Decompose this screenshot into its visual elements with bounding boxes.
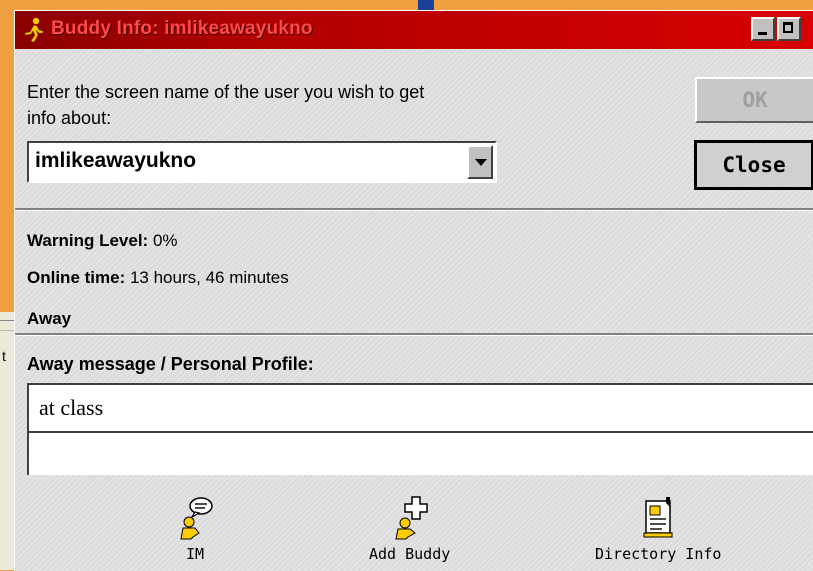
aim-running-man-icon <box>24 17 44 43</box>
divider <box>15 333 813 336</box>
screen-name-prompt: Enter the screen name of the user you wi… <box>27 82 425 128</box>
away-message-box[interactable]: at class <box>27 383 813 475</box>
window-title: Buddy Info: imlikeawayukno <box>51 18 313 39</box>
background-text: t <box>2 348 6 364</box>
ok-button[interactable]: OK <box>695 77 813 123</box>
im-button[interactable]: IM <box>173 495 217 563</box>
away-message-text: at class <box>39 395 104 420</box>
online-time-label: Online time: <box>27 268 126 287</box>
minimize-button[interactable] <box>751 17 775 41</box>
close-button[interactable]: Close <box>694 140 813 190</box>
add-buddy-icon <box>395 496 428 540</box>
screen-name-combobox[interactable]: imlikeawayukno <box>27 141 497 183</box>
message-box-rule <box>29 431 813 433</box>
background-window: t <box>0 312 15 570</box>
directory-info-button[interactable]: Directory Info <box>595 495 721 563</box>
directory-info-icon <box>643 497 673 538</box>
warning-level-label: Warning Level: <box>27 231 149 250</box>
online-time: Online time: 13 hours, 46 minutes <box>27 268 289 288</box>
maximize-button[interactable] <box>777 17 801 41</box>
background-divider <box>0 330 14 331</box>
add-buddy-label: Add Buddy <box>369 545 451 563</box>
add-buddy-button[interactable]: Add Buddy <box>369 495 450 563</box>
divider <box>15 208 813 211</box>
warning-level: Warning Level: 0% <box>27 231 178 251</box>
im-label: IM <box>185 545 205 563</box>
status-text: Away <box>27 309 72 328</box>
away-message-header: Away message / Personal Profile: <box>27 354 314 374</box>
warning-level-value: 0% <box>152 231 178 250</box>
background-window-edge <box>418 0 434 10</box>
im-icon <box>180 497 213 540</box>
online-time-value: 13 hours, 46 minutes <box>129 268 289 287</box>
title-bar[interactable]: Buddy Info: imlikeawayukno <box>15 11 813 49</box>
dropdown-arrow-icon[interactable] <box>467 145 493 179</box>
buddy-info-window: Buddy Info: imlikeawayukno Enter the scr… <box>14 10 813 571</box>
background-divider <box>0 320 14 321</box>
directory-info-label: Directory Info <box>595 545 722 563</box>
screen-name-value[interactable]: imlikeawayukno <box>35 149 196 173</box>
